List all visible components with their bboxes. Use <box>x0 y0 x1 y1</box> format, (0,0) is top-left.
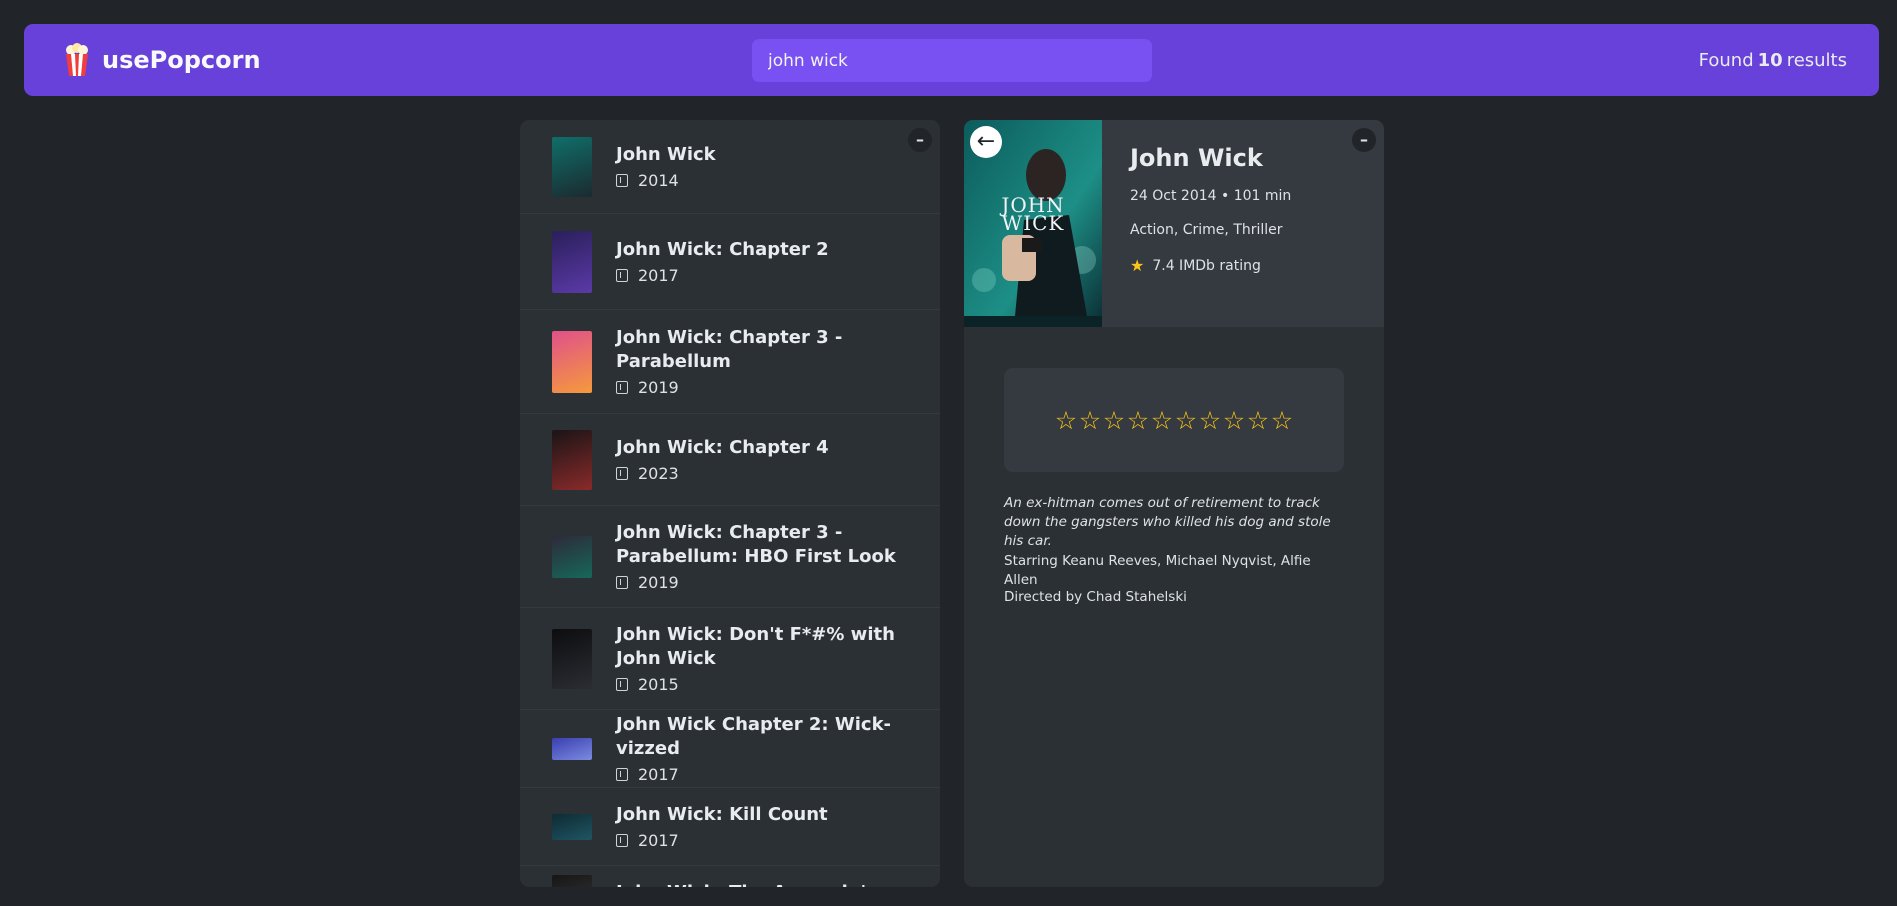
star-rating: ☆ ☆ ☆ ☆ ☆ ☆ ☆ ☆ ☆ ☆ <box>1054 408 1294 433</box>
movie-title: John Wick Chapter 2: Wick-vizzed <box>616 714 892 759</box>
movie-list-item[interactable]: John Wick: Don't F*#% with John Wick 2015 <box>520 608 940 710</box>
imdb-rating-text: 7.4 IMDb rating <box>1152 257 1261 274</box>
movie-info: John Wick: Chapter 3 - Parabellum: HBO F… <box>616 521 908 592</box>
movie-poster <box>552 535 592 578</box>
detail-director: Directed by Chad Stahelski <box>1004 589 1187 605</box>
movie-year: 2023 <box>638 464 679 483</box>
detail-starring: Starring Keanu Reeves, Michael Nyqvist, … <box>1004 553 1311 588</box>
movie-year-row: 2015 <box>616 675 908 694</box>
results-number: 10 <box>1757 49 1783 71</box>
rating-star-icon[interactable]: ☆ <box>1054 408 1078 433</box>
rating-star-icon[interactable]: ☆ <box>1174 408 1198 433</box>
movie-year: 2015 <box>638 675 679 694</box>
user-rating-box: ☆ ☆ ☆ ☆ ☆ ☆ ☆ ☆ ☆ ☆ <box>1004 368 1344 472</box>
movie-year: 2017 <box>638 266 679 285</box>
movie-year-row: 2017 <box>616 831 828 850</box>
rating-star-icon[interactable]: ☆ <box>1222 408 1246 433</box>
calendar-icon <box>616 174 628 187</box>
rating-star-icon[interactable]: ☆ <box>1246 408 1270 433</box>
movie-list-item[interactable]: John Wick: Chapter 2 2017 <box>520 214 940 310</box>
movie-info: John Wick Chapter 2: Wick-vizzed 2017 <box>616 713 908 784</box>
rating-star-icon[interactable]: ☆ <box>1150 408 1174 433</box>
movie-info: John Wick: Kill Count 2017 <box>616 803 828 850</box>
movie-title: John Wick: Chapter 2 <box>616 239 829 260</box>
movie-year-row: 2017 <box>616 266 829 285</box>
calendar-icon <box>616 678 628 691</box>
movie-list-item[interactable]: John Wick: Chapter 3 - Parabellum: HBO F… <box>520 506 940 608</box>
movie-list-item[interactable]: John Wick: The Assassin's Code <box>520 866 940 887</box>
movie-poster <box>552 737 592 760</box>
movie-title: John Wick <box>616 144 716 165</box>
detail-header: ← JOHN WICK John Wick 24 Oct 2014 • 101 <box>964 120 1384 327</box>
svg-text:WICK: WICK <box>1002 211 1065 235</box>
results-prefix: Found <box>1698 49 1754 71</box>
calendar-icon <box>616 381 628 394</box>
movie-year-row: 2023 <box>616 464 829 483</box>
movie-poster <box>552 330 592 393</box>
movie-title: John Wick: Don't F*#% with John Wick <box>616 624 895 669</box>
rating-star-icon[interactable]: ☆ <box>1126 408 1150 433</box>
movie-info: John Wick 2014 <box>616 143 716 190</box>
movie-info: John Wick: Chapter 4 2023 <box>616 436 829 483</box>
rating-star-icon[interactable]: ☆ <box>1270 408 1294 433</box>
movie-poster <box>552 628 592 689</box>
movie-info: John Wick: The Assassin's Code <box>616 881 908 888</box>
movie-info: John Wick: Chapter 3 - Parabellum 2019 <box>616 326 908 397</box>
results-suffix: results <box>1786 49 1847 71</box>
logo: usePopcorn <box>64 24 261 96</box>
movie-year-row: 2014 <box>616 171 716 190</box>
detail-release-runtime: 24 Oct 2014 • 101 min <box>1130 188 1292 204</box>
top-navbar: usePopcorn Found 10 results <box>24 24 1879 96</box>
movie-title: John Wick: Chapter 3 - Parabellum: HBO F… <box>616 522 896 567</box>
star-icon: ★ <box>1130 256 1145 275</box>
movie-detail-panel: – ← JOHN WICK John Wick 24 Oct 2014 • 10… <box>964 120 1384 887</box>
movie-list-item[interactable]: John Wick: Chapter 4 2023 <box>520 414 940 506</box>
movie-year-row: 2017 <box>616 765 908 784</box>
movie-list-item[interactable]: John Wick 2014 <box>520 120 940 214</box>
movie-poster <box>552 230 592 293</box>
movie-poster <box>552 813 592 840</box>
popcorn-icon <box>66 43 88 76</box>
movie-title: John Wick: Chapter 3 - Parabellum <box>616 327 843 372</box>
movie-poster <box>552 136 592 197</box>
calendar-icon <box>616 467 628 480</box>
movie-year-row: 2019 <box>616 378 908 397</box>
movie-year: 2017 <box>638 831 679 850</box>
movie-info: John Wick: Chapter 2 2017 <box>616 238 829 285</box>
calendar-icon <box>616 834 628 847</box>
list-collapse-button[interactable]: – <box>908 128 932 152</box>
detail-collapse-button[interactable]: – <box>1352 128 1376 152</box>
movie-info: John Wick: Don't F*#% with John Wick 2015 <box>616 623 908 694</box>
app-title: usePopcorn <box>102 46 261 74</box>
detail-imdb-rating: ★ 7.4 IMDb rating <box>1130 256 1291 275</box>
movie-year-row: 2019 <box>616 573 908 592</box>
movie-list-item[interactable]: John Wick: Kill Count 2017 <box>520 788 940 866</box>
movie-title: John Wick: Kill Count <box>616 804 828 825</box>
rating-star-icon[interactable]: ☆ <box>1102 408 1126 433</box>
rating-star-icon[interactable]: ☆ <box>1078 408 1102 433</box>
movie-poster <box>552 429 592 490</box>
movie-year: 2019 <box>638 378 679 397</box>
movie-poster <box>552 874 592 887</box>
movie-list-item[interactable]: John Wick Chapter 2: Wick-vizzed 2017 <box>520 710 940 788</box>
detail-title: John Wick <box>1130 144 1263 172</box>
movie-year: 2019 <box>638 573 679 592</box>
back-button[interactable]: ← <box>970 126 1002 158</box>
detail-info: John Wick 24 Oct 2014 • 101 min Action, … <box>1102 120 1319 327</box>
movie-year: 2017 <box>638 765 679 784</box>
detail-plot: An ex-hitman comes out of retirement to … <box>1004 495 1331 549</box>
search-input[interactable] <box>752 39 1152 82</box>
movie-list: John Wick 2014 John Wick: Chapter 2 2017 Joh… <box>520 120 940 887</box>
movie-title: John Wick: The Assassin's Code <box>616 881 908 888</box>
calendar-icon <box>616 576 628 589</box>
calendar-icon <box>616 269 628 282</box>
movie-list-item[interactable]: John Wick: Chapter 3 - Parabellum 2019 <box>520 310 940 414</box>
movie-year: 2014 <box>638 171 679 190</box>
detail-genre: Action, Crime, Thriller <box>1130 222 1283 238</box>
rating-star-icon[interactable]: ☆ <box>1198 408 1222 433</box>
movie-list-panel: – John Wick 2014 John Wick: Chapter 2 2017 J… <box>520 120 940 887</box>
results-count: Found 10 results <box>1699 24 1847 96</box>
movie-title: John Wick: Chapter 4 <box>616 437 829 458</box>
calendar-icon <box>616 768 628 781</box>
